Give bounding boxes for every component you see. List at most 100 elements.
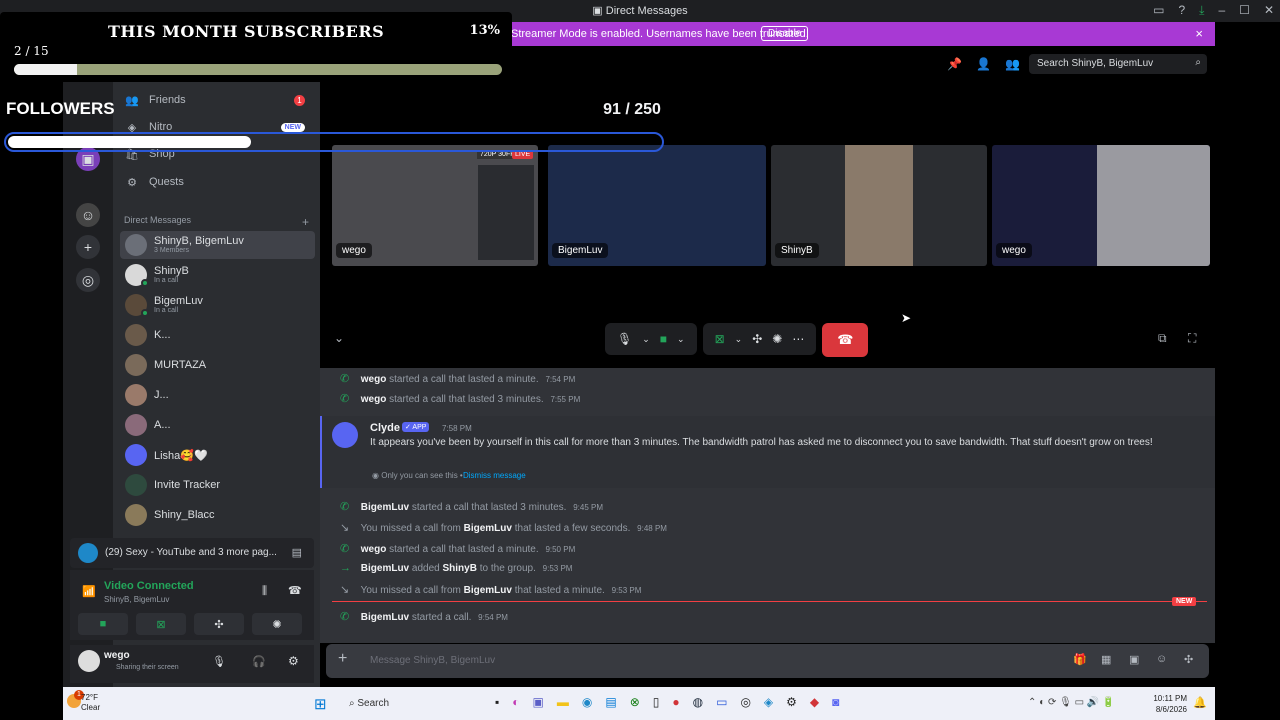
dm-item[interactable]: A... [120,411,315,439]
stream-settings-icon[interactable]: ▤ [292,546,302,559]
obs-icon[interactable]: ◎ [740,695,750,709]
disconnect-icon[interactable]: ☎ [288,584,302,597]
discord-taskbar-icon[interactable]: ◙ [832,695,839,709]
right-margin [1215,0,1280,720]
antivirus-icon[interactable]: ◆ [810,695,819,709]
apps-icon[interactable]: ✣ [1184,653,1193,666]
explore-icon[interactable]: ◎ [76,268,100,292]
recorder-icon[interactable]: ● [672,695,679,709]
sticker-icon[interactable]: ▣ [1129,653,1139,666]
close-icon[interactable]: × [1195,26,1203,41]
members-icon[interactable]: 👥 [1005,57,1020,71]
dm-item[interactable]: ShinyB In a call [120,261,315,289]
chevron-down-icon[interactable]: ⌄ [677,334,685,345]
help-icon[interactable]: ? [1178,3,1185,18]
download-icon[interactable]: ⤓ [1199,3,1204,18]
dm-item[interactable]: K... [120,321,315,349]
fullscreen-icon[interactable]: ⛶ [1188,331,1196,346]
dm-item[interactable]: BigemLuv In a call [120,291,315,319]
windows-start-icon[interactable]: ⊞ [314,695,327,713]
collapse-chevron-icon[interactable]: ⌄ [334,331,344,345]
soundboard-button[interactable]: ✺ [252,613,302,635]
screenshare-button[interactable]: ⊠ [136,613,186,635]
end-call-button[interactable]: ☎ [822,323,869,357]
phone-icon: ✆ [340,501,350,513]
search-input[interactable]: Search ShinyB, BigemLuv ⌕ [1029,54,1207,74]
soundboard-button[interactable]: ✺ [772,332,782,346]
dm-item[interactable]: MURTAZA [120,351,315,379]
popout-icon[interactable]: ⧉ [1158,331,1167,346]
video-feed [845,145,913,266]
clock[interactable]: 10:11 PM 8/6/2026 [1153,693,1187,715]
noise-suppression-icon[interactable]: ⫼ [262,585,267,598]
activities-button[interactable]: ✣ [752,332,762,346]
call-message: ✆ wego started a call that lasted a minu… [340,543,576,555]
gif-icon[interactable]: ▦ [1101,653,1111,666]
xbox-icon[interactable]: ⊗ [630,695,640,709]
gift-icon[interactable]: 🎁 [1073,653,1087,666]
attach-plus-button[interactable]: + [338,650,347,668]
weather-widget[interactable]: 72°F Clear [81,693,100,713]
headphones-icon[interactable]: 🎧 [252,655,266,668]
app-icon[interactable]: ◈ [764,695,773,709]
teams-icon[interactable]: ▣ [533,695,544,709]
notifications-icon[interactable]: 🔔 [1193,696,1207,709]
dm-item[interactable]: J... [120,381,315,409]
close-window-button[interactable]: ✕ [1264,3,1274,18]
avatar[interactable] [78,650,100,672]
create-dm-button[interactable]: + [302,215,309,229]
video-tile[interactable]: wego [992,145,1210,266]
monitor-icon[interactable]: ▭ [716,695,727,709]
disable-button[interactable]: Disable [761,26,809,41]
minimize-button[interactable]: – [1218,3,1225,18]
dm-item[interactable]: ShinyB, BigemLuv 3 Members [120,231,315,259]
chevron-down-icon[interactable]: ⌄ [735,334,743,345]
settings-icon[interactable]: ⚙ [786,695,797,709]
nav-quests[interactable]: ⚙ Quests [123,170,313,194]
notepad-icon[interactable]: ▯ [653,695,660,709]
more-options-button[interactable]: ⋯ [792,332,804,346]
quests-icon: ⚙ [127,176,137,189]
server-avatar[interactable]: ☺ [76,203,100,227]
settings-gear-icon[interactable]: ⚙ [288,654,299,668]
chevron-down-icon[interactable]: ⌄ [642,334,650,345]
task-view-icon[interactable]: ▪ [495,695,499,709]
video-tile[interactable]: 720P 30FPS LIVE wego [332,145,538,266]
add-friends-icon[interactable]: 👤 [976,57,991,71]
dm-item[interactable]: Lisha🥰🤍 [120,441,315,469]
store-icon[interactable]: ▤ [605,695,616,709]
pin-icon[interactable]: 📌 [947,57,962,71]
mouse-cursor-icon: ➤ [901,311,912,325]
camera-button[interactable]: ■ [78,613,128,635]
dismiss-link[interactable]: Dismiss message [463,471,526,480]
video-tile[interactable]: BigemLuv [548,145,766,266]
microphone-button[interactable]: 🎙 [617,332,632,346]
new-badge: NEW [1172,597,1197,606]
system-tray[interactable]: ⌃ ◐ ⟳ 🎙 ▭ 🔊 🔋 [1028,697,1115,708]
clyde-message: Clyde ✓ APP 7:58 PM It appears you've be… [320,416,1215,488]
video-tile[interactable]: ShinyB [771,145,987,266]
toolbar: 📌 👤 👥 [947,57,1020,71]
message-input[interactable]: Message ShinyB, BigemLuv [370,655,495,666]
microphone-icon[interactable]: 🎙 [212,655,226,668]
emoji-icon[interactable]: ☺ [1156,653,1167,665]
taskbar-search[interactable]: ⌕ Search [337,693,477,715]
discord-avatar [125,444,147,466]
screenshare-button[interactable]: ⊠ [715,332,725,346]
inbox-icon[interactable]: ▭ [1153,3,1164,18]
dm-item[interactable]: Invite Tracker [120,471,315,499]
camera-button[interactable]: ■ [660,332,667,346]
overlay-count: 2 / 15 [14,44,49,58]
dm-item[interactable]: Shiny_Blacc [120,501,315,529]
edge-icon[interactable]: ◉ [582,695,592,709]
activity-panel[interactable]: (29) Sexy - YouTube and 3 more pag... ▤ [70,538,314,568]
nav-friends[interactable]: 👥 Friends 1 [123,88,313,112]
activities-button[interactable]: ✣ [194,613,244,635]
steam-icon[interactable]: ◍ [693,695,703,709]
missed-call-icon: ↘ [340,522,350,534]
file-explorer-icon[interactable]: ▬ [557,695,569,709]
maximize-button[interactable]: ☐ [1239,3,1250,18]
copilot-icon[interactable]: ◐ [512,695,519,709]
message-composer[interactable]: + Message ShinyB, BigemLuv 🎁 ▦ ▣ ☺ ✣ [326,644,1209,678]
add-server-icon[interactable]: + [76,235,100,259]
